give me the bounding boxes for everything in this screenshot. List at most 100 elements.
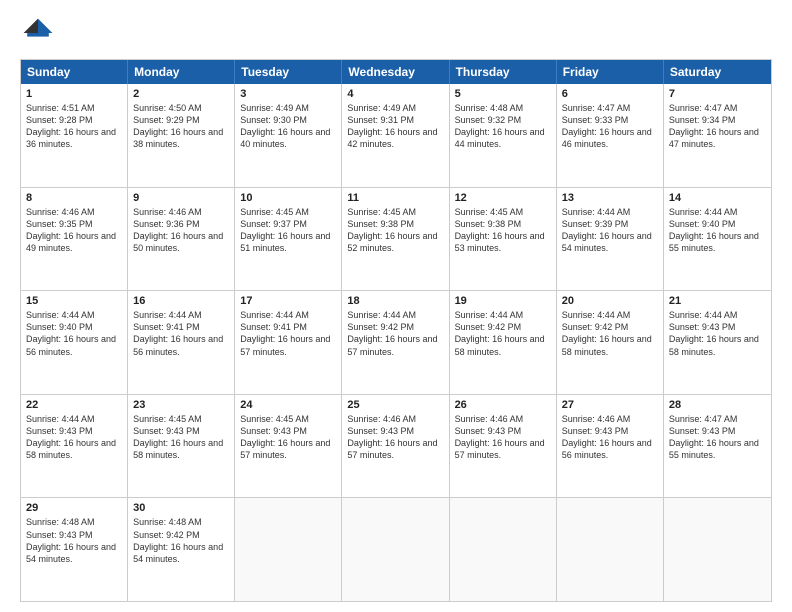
day-number: 11	[347, 192, 443, 204]
cell-info: Sunrise: 4:44 AM Sunset: 9:41 PM Dayligh…	[133, 309, 229, 358]
header-day-thursday: Thursday	[450, 60, 557, 84]
cell-info: Sunrise: 4:45 AM Sunset: 9:38 PM Dayligh…	[347, 206, 443, 255]
day-number: 17	[240, 295, 336, 307]
calendar-row-1: 1Sunrise: 4:51 AM Sunset: 9:28 PM Daylig…	[21, 84, 771, 188]
day-number: 21	[669, 295, 766, 307]
calendar-cell: 15 Sunrise: 4:44 AM Sunset: 9:40 PM Dayli…	[21, 291, 128, 394]
day-number: 19	[455, 295, 551, 307]
header-day-tuesday: Tuesday	[235, 60, 342, 84]
header-day-wednesday: Wednesday	[342, 60, 449, 84]
day-number: 28	[669, 399, 766, 411]
calendar-cell: 14 Sunrise: 4:44 AM Sunset: 9:40 PM Dayli…	[664, 188, 771, 291]
calendar-cell: 24Sunrise: 4:45 AM Sunset: 9:43 PM Dayli…	[235, 395, 342, 498]
cell-info: Sunrise: 4:45 AM Sunset: 9:38 PM Dayligh…	[455, 206, 551, 255]
calendar-cell: 18 Sunrise: 4:44 AM Sunset: 9:42 PM Dayli…	[342, 291, 449, 394]
day-number: 22	[26, 399, 122, 411]
day-number: 15	[26, 295, 122, 307]
calendar-cell: 11 Sunrise: 4:45 AM Sunset: 9:38 PM Dayli…	[342, 188, 449, 291]
day-number: 26	[455, 399, 551, 411]
cell-info: Sunrise: 4:46 AM Sunset: 9:43 PM Dayligh…	[455, 413, 551, 462]
day-number: 29	[26, 502, 122, 514]
day-number: 16	[133, 295, 229, 307]
calendar-cell	[557, 498, 664, 601]
day-number: 18	[347, 295, 443, 307]
day-number: 24	[240, 399, 336, 411]
header-day-sunday: Sunday	[21, 60, 128, 84]
calendar-cell: 6 Sunrise: 4:47 AM Sunset: 9:33 PM Daylig…	[557, 84, 664, 187]
cell-info: Sunrise: 4:48 AM Sunset: 9:32 PM Dayligh…	[455, 102, 551, 151]
calendar-cell	[342, 498, 449, 601]
day-number: 20	[562, 295, 658, 307]
cell-info: Sunrise: 4:47 AM Sunset: 9:43 PM Dayligh…	[669, 413, 766, 462]
calendar-row-5: 29 Sunrise: 4:48 AM Sunset: 9:43 PM Dayli…	[21, 498, 771, 601]
calendar-cell: 4Sunrise: 4:49 AM Sunset: 9:31 PM Daylig…	[342, 84, 449, 187]
calendar-row-4: 22 Sunrise: 4:44 AM Sunset: 9:43 PM Dayli…	[21, 395, 771, 499]
day-number: 25	[347, 399, 443, 411]
day-number: 9	[133, 192, 229, 204]
calendar-cell: 16 Sunrise: 4:44 AM Sunset: 9:41 PM Dayli…	[128, 291, 235, 394]
day-number: 5	[455, 88, 551, 100]
cell-info: Sunrise: 4:48 AM Sunset: 9:43 PM Dayligh…	[26, 516, 122, 565]
calendar-cell	[235, 498, 342, 601]
day-number: 6	[562, 88, 658, 100]
calendar-row-2: 8 Sunrise: 4:46 AM Sunset: 9:35 PM Daylig…	[21, 188, 771, 292]
calendar-cell: 22 Sunrise: 4:44 AM Sunset: 9:43 PM Dayli…	[21, 395, 128, 498]
calendar-row-3: 15 Sunrise: 4:44 AM Sunset: 9:40 PM Dayli…	[21, 291, 771, 395]
calendar-cell: 1Sunrise: 4:51 AM Sunset: 9:28 PM Daylig…	[21, 84, 128, 187]
header-day-monday: Monday	[128, 60, 235, 84]
cell-info: Sunrise: 4:44 AM Sunset: 9:40 PM Dayligh…	[26, 309, 122, 358]
calendar-cell: 28 Sunrise: 4:47 AM Sunset: 9:43 PM Dayli…	[664, 395, 771, 498]
cell-info: Sunrise: 4:46 AM Sunset: 9:36 PM Dayligh…	[133, 206, 229, 255]
page: SundayMondayTuesdayWednesdayThursdayFrid…	[0, 0, 792, 612]
day-number: 27	[562, 399, 658, 411]
calendar-cell: 27 Sunrise: 4:46 AM Sunset: 9:43 PM Dayli…	[557, 395, 664, 498]
day-number: 4	[347, 88, 443, 100]
day-number: 7	[669, 88, 766, 100]
calendar-cell: 7Sunrise: 4:47 AM Sunset: 9:34 PM Daylig…	[664, 84, 771, 187]
calendar-cell: 19Sunrise: 4:44 AM Sunset: 9:42 PM Dayli…	[450, 291, 557, 394]
day-number: 3	[240, 88, 336, 100]
day-number: 30	[133, 502, 229, 514]
cell-info: Sunrise: 4:46 AM Sunset: 9:43 PM Dayligh…	[562, 413, 658, 462]
logo	[20, 15, 60, 51]
calendar-body: 1Sunrise: 4:51 AM Sunset: 9:28 PM Daylig…	[21, 84, 771, 601]
cell-info: Sunrise: 4:44 AM Sunset: 9:42 PM Dayligh…	[562, 309, 658, 358]
calendar-cell: 29 Sunrise: 4:48 AM Sunset: 9:43 PM Dayli…	[21, 498, 128, 601]
calendar-cell: 9 Sunrise: 4:46 AM Sunset: 9:36 PM Daylig…	[128, 188, 235, 291]
cell-info: Sunrise: 4:44 AM Sunset: 9:39 PM Dayligh…	[562, 206, 658, 255]
calendar-cell: 25 Sunrise: 4:46 AM Sunset: 9:43 PM Dayli…	[342, 395, 449, 498]
cell-info: Sunrise: 4:44 AM Sunset: 9:41 PM Dayligh…	[240, 309, 336, 358]
day-number: 23	[133, 399, 229, 411]
calendar-cell: 17 Sunrise: 4:44 AM Sunset: 9:41 PM Dayli…	[235, 291, 342, 394]
cell-info: Sunrise: 4:44 AM Sunset: 9:43 PM Dayligh…	[669, 309, 766, 358]
header-day-friday: Friday	[557, 60, 664, 84]
day-number: 14	[669, 192, 766, 204]
calendar-cell: 21 Sunrise: 4:44 AM Sunset: 9:43 PM Dayli…	[664, 291, 771, 394]
calendar-cell: 23 Sunrise: 4:45 AM Sunset: 9:43 PM Dayli…	[128, 395, 235, 498]
calendar-cell	[450, 498, 557, 601]
cell-info: Sunrise: 4:44 AM Sunset: 9:40 PM Dayligh…	[669, 206, 766, 255]
day-number: 8	[26, 192, 122, 204]
logo-icon	[20, 15, 56, 51]
calendar-cell: 3Sunrise: 4:49 AM Sunset: 9:30 PM Daylig…	[235, 84, 342, 187]
calendar-cell: 20 Sunrise: 4:44 AM Sunset: 9:42 PM Dayli…	[557, 291, 664, 394]
cell-info: Sunrise: 4:44 AM Sunset: 9:43 PM Dayligh…	[26, 413, 122, 462]
cell-info: Sunrise: 4:46 AM Sunset: 9:35 PM Dayligh…	[26, 206, 122, 255]
calendar: SundayMondayTuesdayWednesdayThursdayFrid…	[20, 59, 772, 602]
cell-info: Sunrise: 4:46 AM Sunset: 9:43 PM Dayligh…	[347, 413, 443, 462]
day-number: 10	[240, 192, 336, 204]
cell-info: Sunrise: 4:48 AM Sunset: 9:42 PM Dayligh…	[133, 516, 229, 565]
calendar-cell: 26 Sunrise: 4:46 AM Sunset: 9:43 PM Dayli…	[450, 395, 557, 498]
calendar-cell: 8 Sunrise: 4:46 AM Sunset: 9:35 PM Daylig…	[21, 188, 128, 291]
header	[20, 15, 772, 51]
cell-info: Sunrise: 4:51 AM Sunset: 9:28 PM Dayligh…	[26, 102, 122, 151]
calendar-header: SundayMondayTuesdayWednesdayThursdayFrid…	[21, 60, 771, 84]
calendar-cell: 10Sunrise: 4:45 AM Sunset: 9:37 PM Dayli…	[235, 188, 342, 291]
cell-info: Sunrise: 4:44 AM Sunset: 9:42 PM Dayligh…	[347, 309, 443, 358]
cell-info: Sunrise: 4:47 AM Sunset: 9:33 PM Dayligh…	[562, 102, 658, 151]
header-day-saturday: Saturday	[664, 60, 771, 84]
cell-info: Sunrise: 4:45 AM Sunset: 9:43 PM Dayligh…	[133, 413, 229, 462]
cell-info: Sunrise: 4:50 AM Sunset: 9:29 PM Dayligh…	[133, 102, 229, 151]
calendar-cell: 12Sunrise: 4:45 AM Sunset: 9:38 PM Dayli…	[450, 188, 557, 291]
calendar-cell: 5 Sunrise: 4:48 AM Sunset: 9:32 PM Daylig…	[450, 84, 557, 187]
